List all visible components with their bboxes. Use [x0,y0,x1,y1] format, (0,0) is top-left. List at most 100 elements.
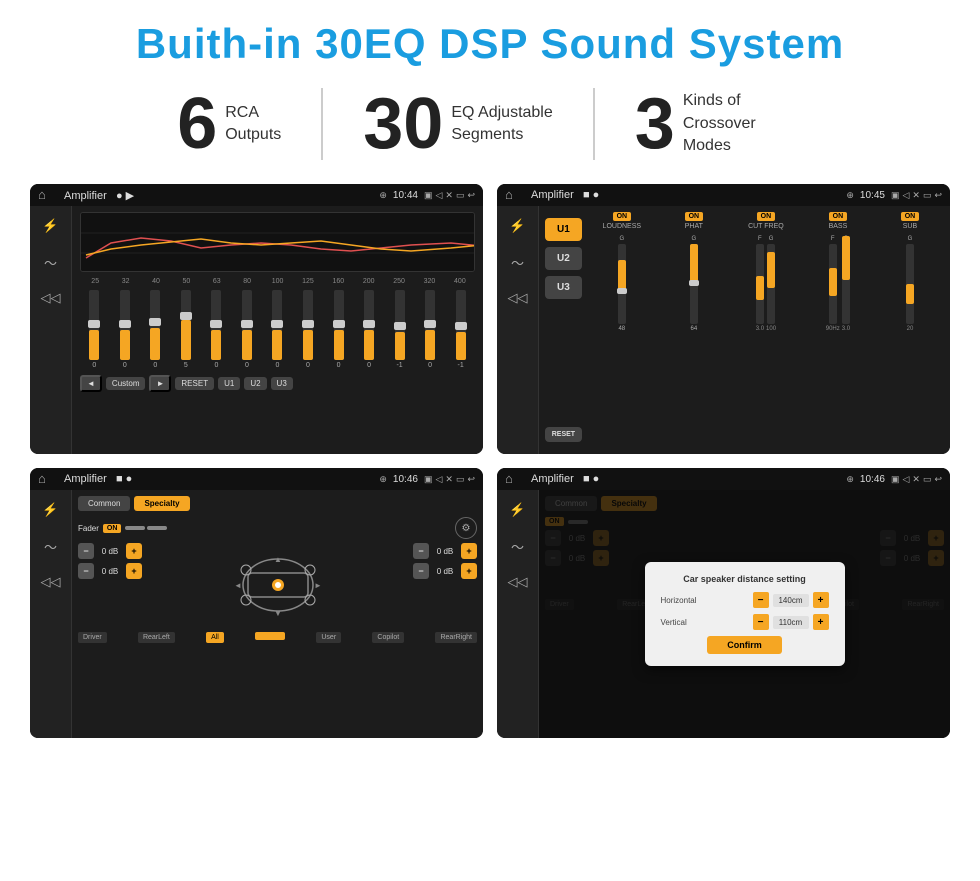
sidebar-wave-icon[interactable]: 〜 [39,250,63,274]
label-rearleft[interactable]: RearLeft [138,632,175,643]
slider-track-12[interactable] [425,290,435,360]
slider-thumb-7[interactable] [271,320,283,328]
eq-reset-button[interactable]: RESET [175,377,214,390]
home-icon-4[interactable] [505,471,521,487]
slider-track-7[interactable] [272,290,282,360]
unit-u1-button[interactable]: U1 [545,218,582,241]
unit-u3-button[interactable]: U3 [545,276,582,299]
sidebar-speaker-icon-4[interactable]: ◁◁ [506,570,530,594]
db-plus-2[interactable]: + [126,563,142,579]
home-icon-3[interactable] [38,471,54,487]
eq-prev-button[interactable]: ◄ [80,375,102,392]
slider-thumb-4[interactable] [180,312,192,320]
db-plus-1[interactable]: + [126,543,142,559]
slider-track-6[interactable] [242,290,252,360]
slider-track-2[interactable] [120,290,130,360]
main-content-fader-dialog: Common Specialty ON − [539,490,950,738]
feature-number-eq: 30 [363,88,443,160]
slider-thumb-3[interactable] [149,318,161,326]
confirm-button[interactable]: Confirm [707,636,782,654]
slider-track-10[interactable] [364,290,374,360]
dialog-vertical-plus[interactable]: + [813,614,829,630]
cutfreq-on-badge: ON [757,212,776,221]
slider-thumb-6[interactable] [241,320,253,328]
slider-thumb-8[interactable] [302,320,314,328]
sidebar-eq-icon-3[interactable]: ⚡ [39,498,63,522]
sidebar-speaker-icon-2[interactable]: ◁◁ [506,286,530,310]
screen-body-1: ⚡ 〜 ◁◁ [30,206,483,454]
slider-thumb-1[interactable] [88,320,100,328]
label-all[interactable]: All [206,632,224,643]
dialog-horizontal-minus[interactable]: − [753,592,769,608]
db-row-3: − 0 dB + [413,543,477,559]
slider-thumb-10[interactable] [363,320,375,328]
eq-slider-col-13: -1 [446,290,475,369]
sidebar-eq-icon[interactable]: ⚡ [39,214,63,238]
dialog-vertical-minus[interactable]: − [753,614,769,630]
fader-tab-specialty[interactable]: Specialty [134,496,189,511]
slider-thumb-5[interactable] [210,320,222,328]
settings-icon-3[interactable]: ⚙ [455,517,477,539]
slider-track-1[interactable] [89,290,99,360]
sidebar-speaker-icon[interactable]: ◁◁ [39,286,63,310]
fader-tab-common[interactable]: Common [78,496,130,511]
slider-track-9[interactable] [334,290,344,360]
slider-track-13[interactable] [456,290,466,360]
unit-u2-button[interactable]: U2 [545,247,582,270]
db-minus-4[interactable]: − [413,563,429,579]
db-minus-3[interactable]: − [413,543,429,559]
slider-fill-13 [456,332,466,360]
status-icons-1: ▣ ◁ ✕ ▭ ↩ [424,190,475,201]
status-bar-3: Amplifier ■ ● ⊕ 10:46 ▣ ◁ ✕ ▭ ↩ [30,468,483,490]
eq-slider-col-4: 5 [172,290,201,369]
slider-thumb-11[interactable] [394,322,406,330]
screenshots-grid: Amplifier ● ▶ ⊕ 10:44 ▣ ◁ ✕ ▭ ↩ ⚡ 〜 ◁◁ [30,184,950,738]
main-content-fader: Common Specialty Fader ON [72,490,483,738]
eq-u1-button[interactable]: U1 [218,377,240,390]
eq-custom-button[interactable]: Custom [106,377,146,390]
slider-track-11[interactable] [395,290,405,360]
status-title-4: Amplifier ■ ● [531,473,840,485]
sidebar-speaker-icon-3[interactable]: ◁◁ [39,570,63,594]
slider-thumb-2[interactable] [119,320,131,328]
eq-next-button[interactable]: ► [149,375,171,392]
slider-track-5[interactable] [211,290,221,360]
slider-thumb-9[interactable] [333,320,345,328]
unit-reset-button[interactable]: RESET [545,427,582,442]
sub-label: SUB [903,223,917,230]
eq-label-40: 40 [141,278,171,285]
fader-label: Fader [78,524,99,533]
fader-slider-h[interactable] [255,632,285,640]
db-plus-3[interactable]: + [461,543,477,559]
db-minus-1[interactable]: − [78,543,94,559]
slider-thumb-13[interactable] [455,322,467,330]
sidebar-eq-icon-4[interactable]: ⚡ [506,498,530,522]
eq-u2-button[interactable]: U2 [244,377,266,390]
slider-track-8[interactable] [303,290,313,360]
sidebar-wave-icon-4[interactable]: 〜 [506,534,530,558]
db-minus-2[interactable]: − [78,563,94,579]
eq-value-4: 5 [184,362,188,369]
sidebar-wave-icon-3[interactable]: 〜 [39,534,63,558]
db-row-2: − 0 dB + [78,563,142,579]
slider-track-4[interactable] [181,290,191,360]
eq-u3-button[interactable]: U3 [271,377,293,390]
sidebar-eq-icon-2[interactable]: ⚡ [506,214,530,238]
home-icon-2[interactable] [505,187,521,203]
label-rearright[interactable]: RearRight [435,632,477,643]
db-plus-4[interactable]: + [461,563,477,579]
eq-value-5: 0 [214,362,218,369]
sidebar-wave-icon-2[interactable]: 〜 [506,250,530,274]
home-icon-1[interactable] [38,187,54,203]
db-value-2: 0 dB [96,567,124,576]
slider-fill-11 [395,332,405,360]
label-copilot[interactable]: Copilot [372,632,404,643]
slider-track-3[interactable] [150,290,160,360]
slider-thumb-12[interactable] [424,320,436,328]
label-user[interactable]: User [316,632,341,643]
svg-text:◄: ◄ [234,581,242,590]
dialog-horizontal-plus[interactable]: + [813,592,829,608]
fader-tabs: Common Specialty [78,496,477,511]
param-bass: ON BASS F 90Hz [804,212,872,448]
label-driver[interactable]: Driver [78,632,107,643]
